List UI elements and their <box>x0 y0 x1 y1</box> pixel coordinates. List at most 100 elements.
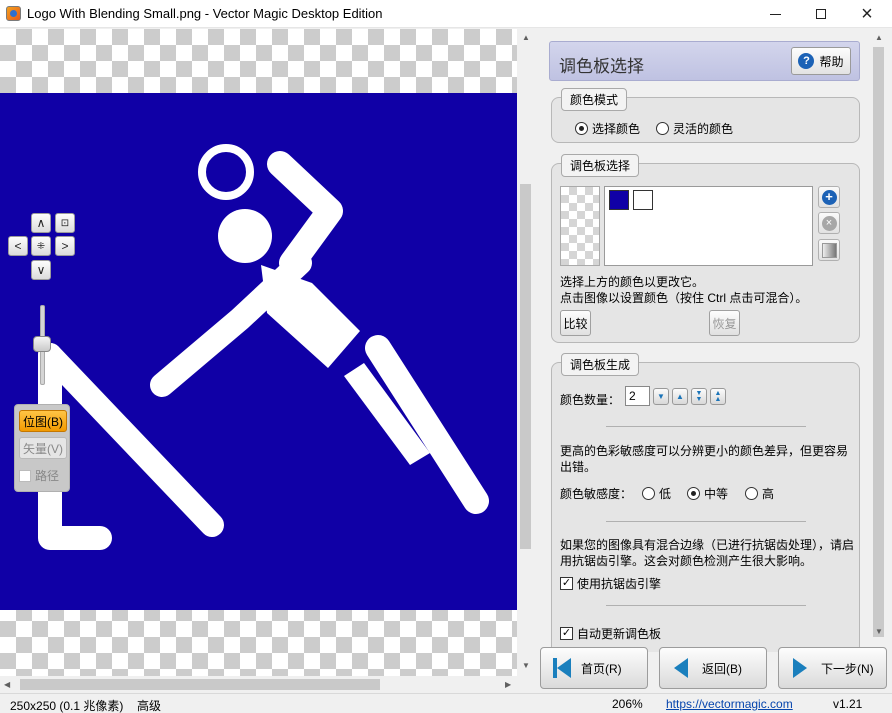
radio-dot[interactable] <box>575 122 588 135</box>
radio-sensitivity-high-label: 高 <box>762 487 775 501</box>
radio-sensitivity-medium-label: 中等 <box>704 487 729 501</box>
vertical-scroll-thumb[interactable] <box>520 184 531 549</box>
pan-left-button[interactable]: < <box>8 236 28 256</box>
chevron-up-icon: ▲ <box>676 392 684 401</box>
home-button[interactable]: 首页(R) <box>540 647 648 689</box>
palette-select-group: 调色板选择 + × 选择上方的颜色以更改它。 点击图像以设置颜色（按住 Ctrl… <box>551 154 860 343</box>
divider <box>606 605 806 606</box>
palette-gen-group: 调色板生成 颜色数量： 2 ▼ ▲ ▼ ▼ ▲ ▲ 更高的色彩敏感度可以分辨更小的颜… <box>551 353 860 652</box>
scroll-left-icon[interactable]: ◀ <box>4 680 10 689</box>
add-color-button[interactable]: + <box>818 186 840 208</box>
antialias-checkbox-box[interactable]: ✓ <box>560 577 573 590</box>
window-title: Logo With Blending Small.png - Vector Ma… <box>27 6 383 21</box>
next-label: 下一步(N) <box>821 661 874 676</box>
website-link[interactable]: https://vectormagic.com <box>666 697 793 711</box>
compare-button[interactable]: 比较 <box>560 310 591 336</box>
back-button[interactable]: 返回(B) <box>659 647 767 689</box>
image-canvas[interactable]: ∧ ⊡ < ⁜ > ∨ <box>0 29 517 676</box>
auto-update-checkbox-box[interactable]: ✓ <box>560 627 573 640</box>
minimize-button[interactable] <box>752 0 798 28</box>
chevron-down-icon: ▼ <box>657 392 665 401</box>
panel-header: 调色板选择 ? 帮助 <box>549 41 860 81</box>
panel-scroll-thumb[interactable] <box>873 47 884 637</box>
next-button[interactable]: 下一步(N) <box>778 647 887 689</box>
color-mode-group: 颜色模式 选择颜色 灵活的颜色 <box>551 88 860 143</box>
app-logo-icon <box>6 6 21 21</box>
double-chevron-up-icon: ▲ ▲ <box>714 389 722 403</box>
remove-color-button[interactable]: × <box>818 212 840 234</box>
pan-up-button[interactable]: ∧ <box>31 213 51 233</box>
home-label: 首页(R) <box>581 661 622 676</box>
path-label: 路径 <box>35 469 60 483</box>
canvas-vertical-scrollbar[interactable]: ▲ ▼ <box>517 29 534 676</box>
panel-scroll-down-icon[interactable]: ▼ <box>875 627 883 636</box>
pan-right-button[interactable]: > <box>55 236 75 256</box>
sensitivity-label: 颜色敏感度： <box>560 487 633 501</box>
sensitivity-description: 更高的色彩敏感度可以分辨更小的颜色差异，但更容易出错。 <box>560 444 849 474</box>
radio-dot[interactable] <box>687 487 700 500</box>
panel-scrollbar[interactable]: ▲ ▼ <box>870 29 887 641</box>
center-view-button[interactable]: ⁜ <box>31 236 51 256</box>
radio-flexible-colors[interactable]: 灵活的颜色 <box>656 120 733 137</box>
restore-button[interactable]: 恢复 <box>709 310 740 336</box>
zoom-level: 206% <box>612 697 643 711</box>
vector-view-button[interactable]: 矢量(V) <box>19 437 67 459</box>
radio-dot[interactable] <box>745 487 758 500</box>
palette-hint-2: 点击图像以设置颜色（按住 Ctrl 点击可混合）。 <box>560 291 808 305</box>
path-checkbox[interactable]: 路径 <box>19 467 59 484</box>
help-button[interactable]: ? 帮助 <box>791 47 851 75</box>
horizontal-scroll-thumb[interactable] <box>20 679 380 690</box>
bitmap-image[interactable] <box>0 93 517 610</box>
zoom-slider-thumb[interactable] <box>33 336 51 352</box>
close-button[interactable]: × <box>844 0 890 28</box>
minimize-icon <box>769 13 781 15</box>
auto-update-checkbox[interactable]: ✓ 自动更新调色板 <box>560 625 661 642</box>
radio-sensitivity-medium[interactable]: 中等 <box>687 485 728 502</box>
increase-count-fast-button[interactable]: ▲ ▲ <box>710 388 726 405</box>
antialias-checkbox-label: 使用抗锯齿引擎 <box>577 577 662 591</box>
radio-sensitivity-high[interactable]: 高 <box>745 485 774 502</box>
version-label: v1.21 <box>833 697 863 711</box>
color-count-label: 颜色数量： <box>560 393 621 407</box>
divider <box>606 521 806 522</box>
color-count-input[interactable]: 2 <box>625 386 650 406</box>
radio-sensitivity-low-label: 低 <box>659 487 672 501</box>
add-icon: + <box>821 189 837 205</box>
image-size: 250x250 (0.1 兆像素) <box>10 699 124 713</box>
palette-select-label: 调色板选择 <box>561 154 640 177</box>
close-icon: × <box>861 2 873 25</box>
palette-color-swatch[interactable] <box>633 190 653 210</box>
palette-colors-box[interactable] <box>604 186 813 266</box>
decrease-count-fast-button[interactable]: ▼ ▼ <box>691 388 707 405</box>
bitmap-view-button[interactable]: 位图(B) <box>19 410 67 432</box>
view-mode-panel: 位图(B) 矢量(V) 路径 <box>14 404 70 492</box>
radio-dot[interactable] <box>656 122 669 135</box>
fit-view-button[interactable]: ⊡ <box>55 213 75 233</box>
remove-icon: × <box>821 215 837 231</box>
path-checkbox-box[interactable] <box>19 469 31 482</box>
panel-scroll-up-icon[interactable]: ▲ <box>875 33 883 42</box>
pan-down-button[interactable]: ∨ <box>31 260 51 280</box>
scroll-down-icon[interactable]: ▼ <box>522 661 530 670</box>
panel-title: 调色板选择 <box>559 57 644 76</box>
decrease-count-button[interactable]: ▼ <box>653 388 669 405</box>
next-arrow-icon <box>793 658 807 678</box>
radio-dot[interactable] <box>642 487 655 500</box>
antialias-checkbox[interactable]: ✓ 使用抗锯齿引擎 <box>560 575 661 592</box>
double-chevron-down-icon: ▼ ▼ <box>695 389 703 403</box>
auto-update-checkbox-label: 自动更新调色板 <box>577 627 662 641</box>
gradient-color-button[interactable] <box>818 239 840 261</box>
palette-color-swatch[interactable] <box>609 190 629 210</box>
radio-selected-colors[interactable]: 选择颜色 <box>575 120 640 137</box>
maximize-button[interactable] <box>798 0 844 28</box>
maximize-icon <box>816 9 826 19</box>
scroll-right-icon[interactable]: ▶ <box>505 680 511 689</box>
canvas-horizontal-scrollbar[interactable]: ◀ ▶ <box>0 676 517 693</box>
increase-count-button[interactable]: ▲ <box>672 388 688 405</box>
antialias-description: 如果您的图像具有混合边缘（已进行抗锯齿处理），请启用抗锯齿引擎。这会对颜色检测产… <box>560 538 855 568</box>
back-arrow-icon <box>674 658 688 678</box>
home-icon <box>553 658 571 678</box>
selected-color-preview <box>560 186 600 266</box>
radio-sensitivity-low[interactable]: 低 <box>642 485 671 502</box>
scroll-up-icon[interactable]: ▲ <box>522 33 530 42</box>
